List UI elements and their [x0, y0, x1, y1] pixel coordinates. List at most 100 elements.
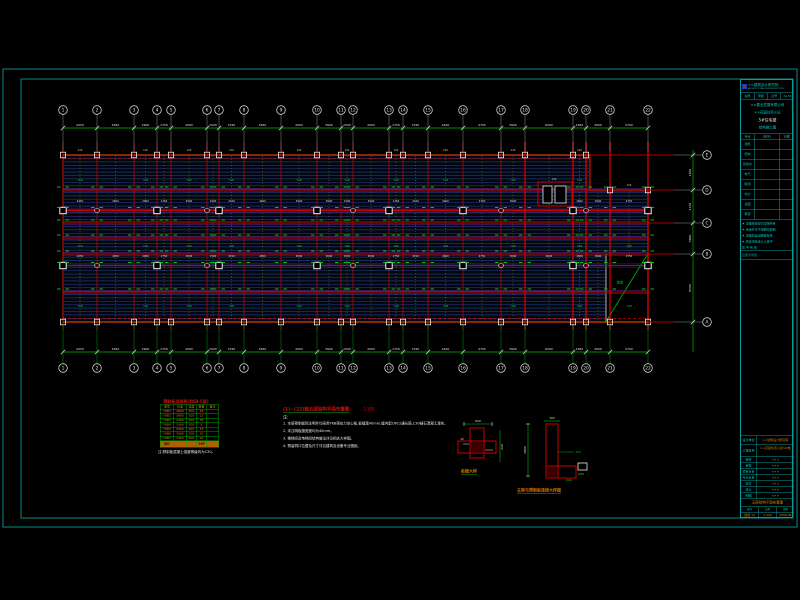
svg-text:120: 120 [511, 148, 516, 152]
svg-text:4500: 4500 [367, 123, 375, 127]
svg-text:1750: 1750 [392, 347, 400, 351]
svg-text:1750: 1750 [161, 254, 168, 258]
staff-label: 设计 [741, 487, 757, 493]
grid-axes-top: 1425024650329004175054500615007315084650… [59, 106, 653, 151]
sign-row: 结构 [741, 150, 794, 160]
svg-text:4650: 4650 [259, 123, 267, 127]
svg-text:YKB: YKB [510, 304, 516, 308]
design-unit-value: ××建筑设计研究院 [757, 436, 795, 445]
svg-text:15: 15 [425, 108, 431, 114]
sign-cell [780, 200, 795, 210]
svg-text:YKB: YKB [143, 304, 149, 308]
svg-text:4750: 4750 [478, 347, 486, 351]
plank-schedule-title: 预制板选用表(YKB-5层) [158, 399, 214, 405]
svg-text:4500: 4500 [186, 199, 193, 203]
svg-text:YKB: YKB [229, 178, 235, 182]
svg-text:2900: 2900 [142, 254, 149, 258]
sign-cell [780, 170, 795, 180]
svg-text:8: 8 [243, 366, 246, 372]
project-line: ××花园住宅小区 [741, 109, 794, 117]
svg-text:300: 300 [550, 416, 555, 420]
firm-name-en: ARCHITECTURAL DESIGN INSTITUTE [748, 87, 784, 90]
svg-text:YKB: YKB [577, 178, 583, 182]
svg-text:4: 4 [156, 366, 159, 372]
detail-a-caption: 板缝大样 [461, 465, 493, 485]
svg-text:4650: 4650 [259, 347, 267, 351]
svg-text:18: 18 [522, 108, 528, 114]
svg-text:7: 7 [218, 366, 221, 372]
staff-label: 审核 [741, 463, 757, 469]
svg-text:4750: 4750 [625, 123, 633, 127]
svg-text:1650: 1650 [576, 199, 583, 203]
svg-text:3000: 3000 [595, 254, 602, 258]
svg-text:10: 10 [314, 366, 320, 372]
svg-text:3150: 3150 [228, 123, 236, 127]
svg-text:1500: 1500 [210, 254, 217, 258]
svg-text:E: E [706, 153, 709, 159]
svg-text:3000: 3000 [595, 199, 602, 203]
sign-header-cell: 日期 [780, 134, 795, 140]
staff-value: ××× [757, 457, 795, 463]
staff-value: ××× [757, 463, 795, 469]
plank-schedule-note: 注:预制板混凝土强度等级均为C30。 [158, 450, 228, 455]
svg-text:240: 240 [500, 444, 504, 450]
svg-text:3150: 3150 [412, 123, 420, 127]
sign-header-cell: 专业 [741, 134, 755, 140]
svg-text:22: 22 [645, 108, 651, 114]
drawing-number-cell: 比例1:100 [759, 507, 777, 519]
project-line: 5#住宅楼 [741, 117, 794, 125]
svg-text:YKB: YKB [77, 244, 83, 248]
svg-text:YKB: YKB [510, 244, 516, 248]
sign-cell: 动力 [741, 190, 755, 200]
svg-text:21: 21 [607, 366, 613, 372]
svg-text:1500: 1500 [344, 254, 351, 258]
svg-text:6: 6 [206, 366, 209, 372]
svg-text:2: 2 [96, 108, 99, 114]
svg-text:YKB: YKB [393, 304, 399, 308]
svg-text:1750: 1750 [161, 199, 168, 203]
sign-cell: 给排水 [741, 160, 755, 170]
svg-text:4250: 4250 [76, 347, 84, 351]
svg-text:40: 40 [460, 437, 464, 441]
svg-text:120: 120 [143, 148, 148, 152]
svg-text:1650: 1650 [576, 254, 583, 258]
svg-text:4400: 4400 [442, 254, 449, 258]
certificate-cell: 甲级 [754, 93, 767, 100]
sign-cell [780, 150, 795, 160]
svg-text:2900: 2900 [142, 199, 149, 203]
svg-text:3: 3 [133, 108, 136, 114]
svg-text:YKB: YKB [229, 244, 235, 248]
sign-cell: 总图 [741, 200, 755, 210]
sign-cell: 暖通 [741, 180, 755, 190]
design-unit-label: 设计单位 [741, 436, 757, 445]
certificate-cell: A132 [781, 93, 794, 100]
svg-text:1500: 1500 [209, 123, 217, 127]
svg-text:4: 4 [156, 108, 159, 114]
svg-text:2: 2 [96, 366, 99, 372]
svg-text:2900: 2900 [142, 347, 150, 351]
svg-text:12: 12 [350, 366, 356, 372]
svg-text:4500: 4500 [296, 254, 303, 258]
svg-text:1650: 1650 [576, 347, 584, 351]
detail-b-girder-connection: 2800300100 [523, 416, 587, 480]
svg-text:4750: 4750 [479, 199, 486, 203]
svg-text:4500: 4500 [296, 199, 303, 203]
schedule-cell [206, 441, 219, 448]
staff-value: ××× [757, 493, 795, 499]
sign-cell [755, 200, 780, 210]
svg-text:4750: 4750 [626, 199, 633, 203]
floor-plan-drawing: 坡道120120120120120120120120120120120YKBYK… [0, 0, 800, 600]
svg-text:YKB: YKB [577, 244, 583, 248]
svg-text:3000: 3000 [510, 199, 517, 203]
detail-a-plank-joint: 60024040 [458, 419, 504, 462]
drawing-number-cell: 图号结施-12 [741, 507, 759, 519]
drawing-title: 五层结构平面布置图 [741, 499, 794, 507]
svg-text:3150: 3150 [412, 347, 420, 351]
svg-text:9: 9 [280, 108, 283, 114]
svg-text:YKB: YKB [143, 178, 149, 182]
svg-text:21: 21 [607, 108, 613, 114]
svg-text:YKB: YKB [186, 178, 192, 182]
svg-text:YKB: YKB [186, 304, 192, 308]
staff-value: ××× [757, 487, 795, 493]
svg-text:6: 6 [206, 108, 209, 114]
